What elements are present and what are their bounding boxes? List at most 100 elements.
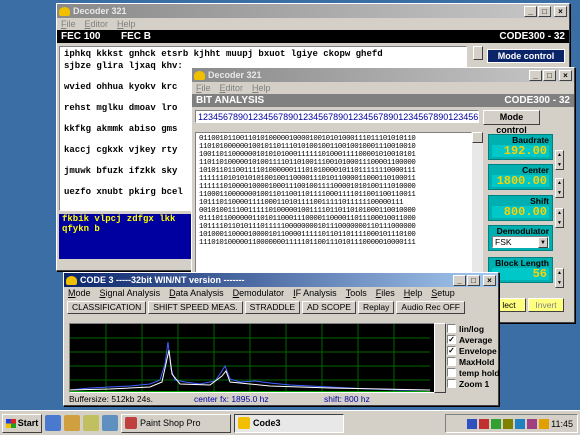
menu-file[interactable]: File [61,19,76,29]
close-button[interactable]: × [554,5,567,17]
decoder-back-titlebar[interactable]: Decoder 321 _ □ × [57,4,569,18]
menu-signal-analysis[interactable]: Signal Analysis [100,288,161,298]
folder-icon[interactable] [64,415,80,431]
blocklength-spinner[interactable]: ▲ ▼ [555,268,564,288]
bit-row: 1001101100000010101010001111110100011110… [199,151,416,159]
start-button[interactable]: Start [2,413,42,433]
blocklength-value[interactable]: 56 [492,268,549,280]
checkbox[interactable]: ✓ [447,335,456,344]
baudrate-spinner[interactable]: ▲ ▼ [555,150,564,170]
minimize-button[interactable]: _ [524,5,537,17]
checkbox-option[interactable]: ✓ Envelope [447,345,499,356]
bit-row: 1010110110011110100000011101010000101101… [199,167,416,175]
desktop-icon[interactable] [102,415,118,431]
text-line: qfykn b [62,224,100,234]
minimize-button[interactable]: _ [529,69,542,81]
straddle-button[interactable]: STRADDLE [244,301,301,314]
menu-editor[interactable]: Editor [85,19,109,29]
decoded-text-blue[interactable]: fkbik vlpcj zdfgx lkk qfykn b [59,214,209,259]
task-paint-shop-pro[interactable]: Paint Shop Pro [121,413,231,433]
menu-help[interactable]: Help [252,83,271,93]
start-label: Start [17,418,39,428]
menu-setup[interactable]: Setup [431,288,455,298]
mode-control-button[interactable]: Mode control [487,49,565,63]
text-line: iphkq kkkst gnhck etsrb kjhht muupj bxuo… [64,49,383,59]
menu-editor[interactable]: Editor [220,83,244,93]
browser-icon[interactable] [45,415,61,431]
bit-row: 1100011000000010011011001101111000111101… [199,191,416,199]
demodulator-select[interactable]: FSK ▼ [492,236,549,248]
shift-value[interactable]: 800.00 [492,206,549,218]
checkbox-option[interactable]: lin/log [447,323,499,334]
task-code3[interactable]: Code3 [234,413,344,433]
checkbox[interactable] [447,379,456,388]
checkbox-option[interactable]: Zoom 1 [447,378,499,389]
chevron-down-icon[interactable]: ▼ [538,237,548,248]
maximize-button[interactable]: □ [467,274,480,286]
speaker-icon[interactable] [539,418,550,429]
close-button[interactable]: × [483,274,496,286]
tray-app-icon[interactable] [527,418,538,429]
decoder-front-titlebar[interactable]: Decoder 321 _ □ × [192,68,574,82]
submode-label: FEC B [121,31,151,42]
menu-demodulator[interactable]: Demodulator [233,288,285,298]
demodulator-value: FSK [495,237,512,247]
bit-row: 0111011000000110101100011100001100001101… [199,215,416,223]
menu-mode[interactable]: Mode [68,288,91,298]
menu-help[interactable]: Help [404,288,423,298]
checkbox-label: MaxHold [459,356,495,367]
menu-tools[interactable]: Tools [346,288,367,298]
checkbox-option[interactable]: ✓ Average [447,334,499,345]
notepad-icon[interactable] [83,415,99,431]
network-icon[interactable] [467,418,478,429]
minimize-button[interactable]: _ [453,274,466,286]
spectrum-display[interactable] [69,323,446,393]
menu-file[interactable]: File [196,83,211,93]
maximize-button[interactable]: □ [543,69,556,81]
center-value[interactable]: 1800.00 [492,175,549,187]
scroll-up-button[interactable] [472,132,483,143]
baudrate-value[interactable]: 192.00 [492,145,549,157]
menu-data-analysis[interactable]: Data Analysis [169,288,224,298]
menu-if-analysis[interactable]: IF Analysis [293,288,337,298]
checkbox[interactable] [447,357,456,366]
ad-scope-button[interactable]: AD SCOPE [302,301,356,314]
bit-row: 1110101000001100000001111101100111010111… [199,239,416,247]
bit-row: 1010001100001000010110000111110110110111… [199,231,416,239]
window-title: Decoder 321 [208,70,262,80]
bit-row: 1101010000001001011011101010010011001001… [199,143,416,151]
tray-app-icon[interactable] [515,418,526,429]
menu-help[interactable]: Help [117,19,136,29]
scroll-button[interactable] [473,46,483,60]
mode-control-button[interactable]: Mode control [483,110,540,135]
replay-button[interactable]: Replay [357,301,395,314]
clock[interactable]: 11:45 [551,419,573,429]
code3-window[interactable]: CODE 3 -----32bit WIN/NT version -------… [63,272,499,406]
system-tray: 11:45 [445,414,578,433]
shift-speed-button[interactable]: SHIFT SPEED MEAS. [148,301,243,314]
close-button[interactable]: × [559,69,572,81]
invert-button[interactable]: Invert [528,298,564,312]
audio-rec-button[interactable]: Audio Rec OFF [396,301,465,314]
display-options: lin/log ✓ Average ✓ Envelope MaxHold temp hold… [447,323,499,389]
bit-row: 1111110100001000010001110010011110000101… [199,183,416,191]
maximize-button[interactable]: □ [538,5,551,17]
checkbox[interactable]: ✓ [447,346,456,355]
antivirus-icon[interactable] [479,418,490,429]
shift-spinner[interactable]: ▲ ▼ [555,208,564,228]
classification-button[interactable]: CLASSIFICATION [67,301,147,314]
checkbox-option[interactable]: temp hold [447,367,499,378]
checkbox[interactable] [447,324,456,333]
center-spinner[interactable]: ▲ ▼ [555,178,564,198]
checkbox-option[interactable]: MaxHold [447,356,499,367]
spectrum-scrollbar[interactable] [434,323,446,393]
app-icon [66,275,77,285]
paint-icon [125,417,137,429]
checkbox[interactable] [447,368,456,377]
bit-row: 1011101100001111000110101111001111101111… [199,199,404,207]
tray-app-icon[interactable] [503,418,514,429]
menu-files[interactable]: Files [376,288,395,298]
app-icon [194,70,205,80]
tray-app-icon[interactable] [491,418,502,429]
code3-titlebar[interactable]: CODE 3 -----32bit WIN/NT version -------… [64,273,498,287]
